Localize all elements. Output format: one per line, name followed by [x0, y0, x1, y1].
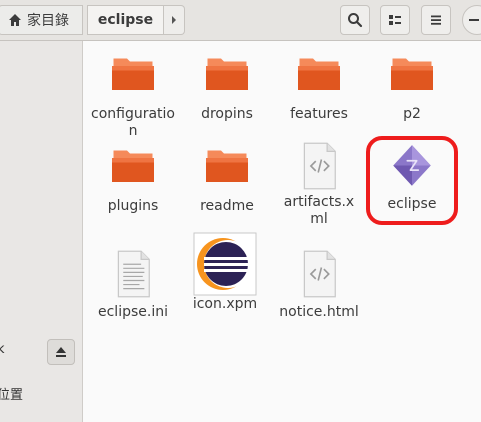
file-label: notice.html — [279, 304, 359, 320]
file-label: dropins — [201, 106, 253, 122]
file-item-readme[interactable]: readme — [184, 146, 270, 215]
file-item-icon-xpm[interactable]: icon.xpm — [182, 232, 268, 313]
file-item-dropins[interactable]: dropins — [184, 54, 270, 123]
sidebar-item-other-locations[interactable]: 位置 — [0, 384, 23, 403]
folder-icon — [112, 58, 154, 90]
sidebar: k 位置 — [0, 41, 83, 422]
file-label: readme — [200, 198, 254, 214]
file-label: artifacts.xml — [283, 194, 355, 227]
folder-icon — [206, 58, 248, 90]
breadcrumb-current[interactable]: eclipse — [87, 5, 164, 35]
breadcrumb-home[interactable]: 家目錄 — [0, 5, 83, 35]
file-item-notice-html[interactable]: notice.html — [276, 248, 362, 321]
menu-button[interactable] — [421, 5, 451, 35]
highlight-annotation — [366, 136, 458, 225]
file-item-p2[interactable]: p2 — [369, 54, 455, 123]
view-toggle-button[interactable] — [380, 5, 410, 35]
breadcrumb-current-label: eclipse — [97, 12, 154, 28]
header-bar: 家目錄 eclipse — [0, 0, 481, 41]
file-label: eclipse.ini — [98, 304, 168, 320]
file-item-features[interactable]: features — [276, 54, 362, 123]
minimize-icon — [469, 19, 479, 21]
folder-icon — [391, 58, 433, 90]
file-label: features — [290, 106, 348, 122]
text-file-icon — [117, 250, 150, 298]
folder-icon — [298, 58, 340, 90]
code-file-icon — [303, 250, 336, 298]
file-item-configuration[interactable]: configuration — [90, 54, 176, 140]
search-button[interactable] — [340, 5, 370, 35]
breadcrumb-home-label: 家目錄 — [27, 13, 69, 29]
grid-view-icon — [389, 15, 401, 25]
minimize-button[interactable] — [462, 5, 481, 35]
file-item-plugins[interactable]: plugins — [90, 146, 176, 215]
sidebar-item-device-label[interactable]: k — [0, 342, 5, 357]
eject-button[interactable] — [47, 339, 75, 365]
file-label: p2 — [403, 106, 421, 122]
home-icon — [9, 14, 21, 26]
chevron-right-icon — [172, 16, 176, 24]
folder-icon — [112, 150, 154, 182]
file-label: plugins — [107, 198, 159, 214]
file-label: configuration — [91, 106, 175, 139]
breadcrumb-next-button[interactable] — [164, 5, 185, 35]
eject-icon — [56, 347, 66, 357]
hamburger-menu-icon — [431, 15, 441, 25]
search-icon — [348, 13, 363, 28]
eclipse-logo-icon — [193, 232, 257, 296]
folder-icon — [206, 150, 248, 182]
file-item-artifacts-xml[interactable]: artifacts.xml — [276, 140, 362, 228]
file-item-eclipse-ini[interactable]: eclipse.ini — [90, 248, 176, 321]
code-file-icon — [303, 142, 336, 190]
file-label: icon.xpm — [192, 296, 258, 312]
